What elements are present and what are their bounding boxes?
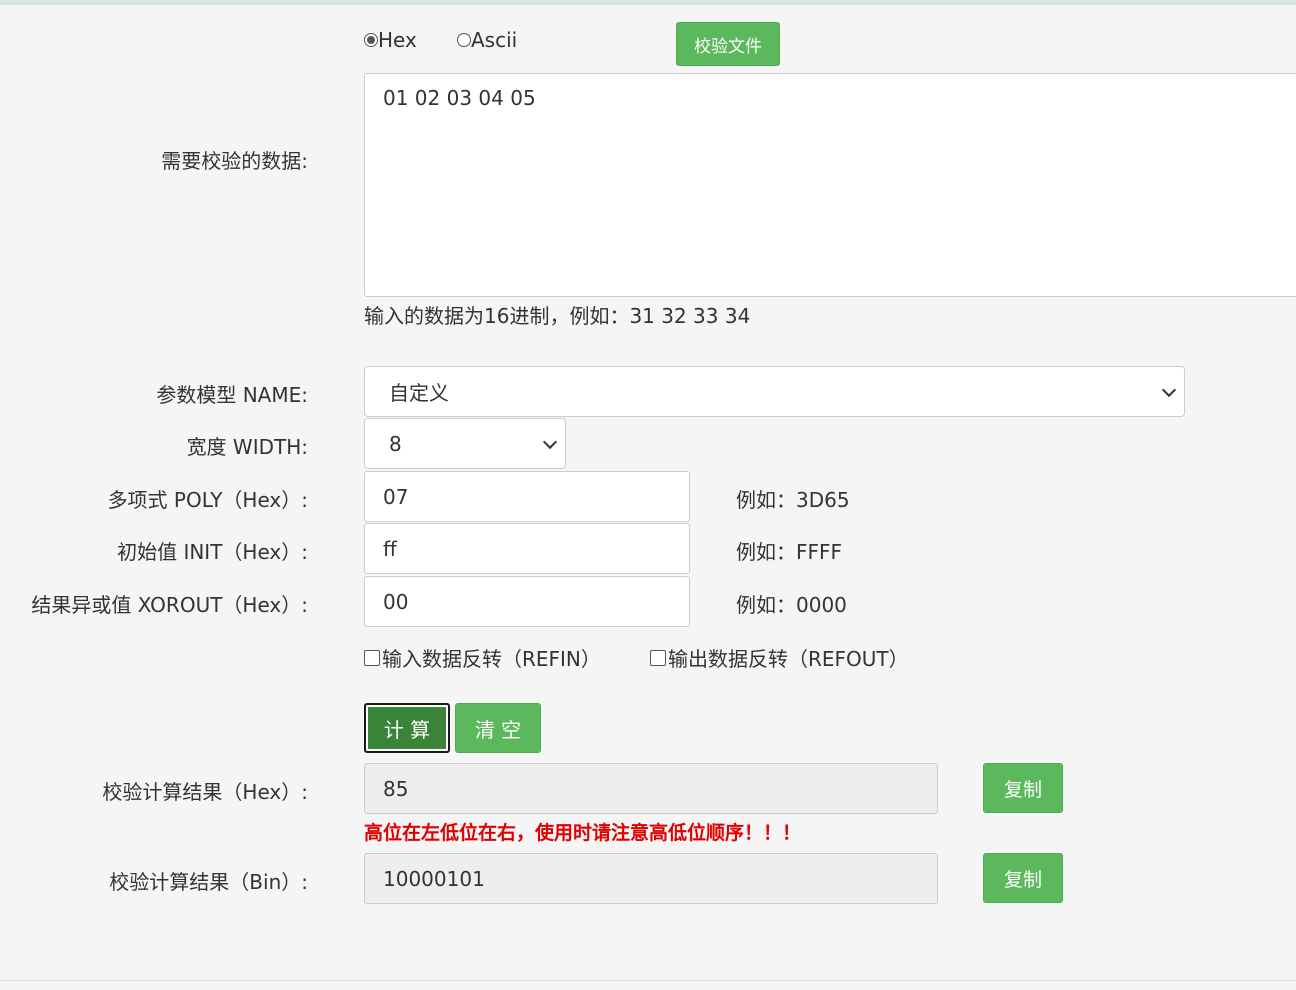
radio-hex-circle[interactable] xyxy=(364,33,378,47)
refin-checkbox[interactable] xyxy=(364,649,380,666)
verify-file-button[interactable]: 校验文件 xyxy=(676,22,780,66)
refout-checkbox[interactable] xyxy=(650,649,666,666)
result-hex-label: 校验计算结果（Hex）: xyxy=(102,780,308,804)
model-select[interactable]: 自定义 xyxy=(364,366,1185,417)
bottom-divider xyxy=(0,980,1296,981)
radio-ascii-circle[interactable] xyxy=(457,33,471,47)
data-label: 需要校验的数据: xyxy=(161,149,308,173)
width-label: 宽度 WIDTH: xyxy=(186,435,308,459)
init-example: 例如：FFFF xyxy=(736,540,843,564)
data-textarea[interactable]: 01 02 03 04 05 xyxy=(364,73,1296,297)
refout-label: 输出数据反转（REFOUT） xyxy=(668,647,909,671)
refin-label: 输入数据反转（REFIN） xyxy=(382,647,601,671)
radio-ascii[interactable]: Ascii xyxy=(457,28,517,52)
radio-ascii-label: Ascii xyxy=(471,28,518,52)
result-bin-label: 校验计算结果（Bin）: xyxy=(109,870,308,894)
width-select[interactable]: 8 xyxy=(364,418,566,469)
poly-label: 多项式 POLY（Hex）: xyxy=(107,488,308,512)
init-label: 初始值 INIT（Hex）: xyxy=(117,540,308,564)
xorout-example: 例如：0000 xyxy=(736,593,847,617)
clear-button[interactable]: 清 空 xyxy=(455,703,541,753)
refout-checkbox-row[interactable]: 输出数据反转（REFOUT） xyxy=(650,643,909,672)
width-select-value: 8 xyxy=(389,431,402,456)
xorout-input[interactable]: 00 xyxy=(364,576,690,627)
chevron-down-icon xyxy=(542,434,558,449)
poly-example: 例如：3D65 xyxy=(736,488,850,512)
init-input[interactable]: ff xyxy=(364,523,690,574)
refin-checkbox-row[interactable]: 输入数据反转（REFIN） xyxy=(364,643,601,672)
bit-order-warning: 高位在左低位在右，使用时请注意高低位顺序！！！ xyxy=(364,822,802,844)
top-border xyxy=(0,0,1296,5)
copy-hex-button[interactable]: 复制 xyxy=(983,763,1063,813)
model-label: 参数模型 NAME: xyxy=(156,383,308,407)
result-bin-field[interactable]: 10000101 xyxy=(364,853,938,904)
chevron-down-icon xyxy=(1161,382,1177,397)
poly-input[interactable]: 07 xyxy=(364,471,690,522)
data-hint: 输入的数据为16进制，例如：31 32 33 34 xyxy=(364,304,751,328)
xorout-label: 结果异或值 XOROUT（Hex）: xyxy=(31,593,308,617)
radio-hex[interactable]: Hex xyxy=(364,28,417,52)
copy-bin-button[interactable]: 复制 xyxy=(983,853,1063,903)
result-hex-field[interactable]: 85 xyxy=(364,763,938,814)
radio-hex-label: Hex xyxy=(378,28,417,52)
model-select-value: 自定义 xyxy=(389,381,449,405)
calculate-button[interactable]: 计 算 xyxy=(364,703,450,753)
